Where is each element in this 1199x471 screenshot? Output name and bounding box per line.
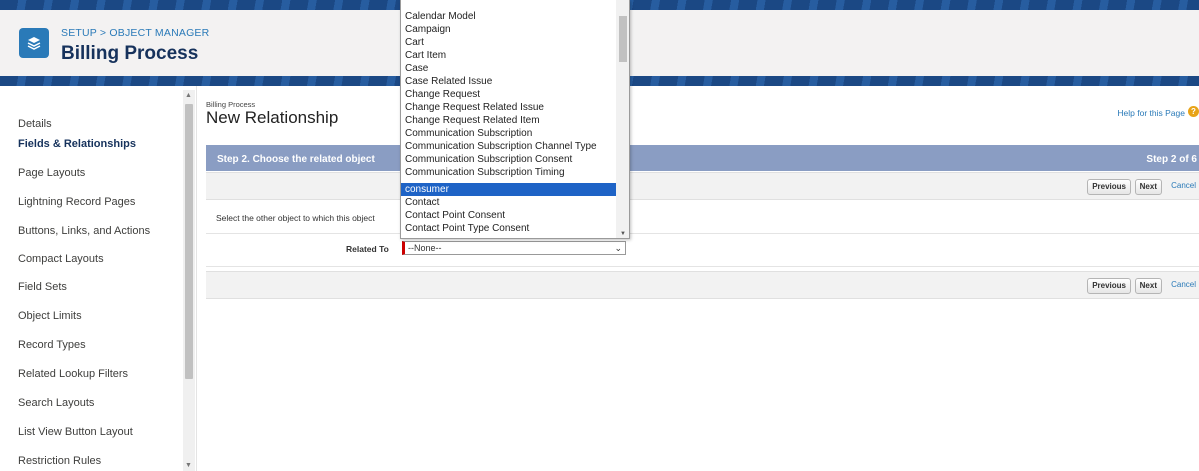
dropdown-option[interactable]: Contact Point Type Consent [401,222,616,235]
related-to-dropdown-list[interactable]: Calendar Model Campaign Cart Cart Item C… [400,0,630,239]
sidebar-item-search-layouts[interactable]: Search Layouts [18,397,94,409]
dropdown-option[interactable]: Communication Subscription Channel Type [401,140,616,153]
bottom-button-row: Previous Next Cancel [206,271,1199,299]
sidebar-scrollbar[interactable]: ▲ ▼ [183,90,195,471]
related-to-select[interactable]: --None-- ⌄ [402,241,626,255]
dropdown-option[interactable]: Calendar Model [401,10,616,23]
sidebar-item-buttons-links-actions[interactable]: Buttons, Links, and Actions [18,225,150,237]
dropdown-option[interactable]: Cart [401,36,616,49]
scroll-up-icon[interactable]: ▲ [185,92,192,99]
cancel-link-bottom[interactable]: Cancel [1171,280,1196,289]
step-count: Step 2 of 6 [1146,154,1197,165]
dropdown-option[interactable]: Contact Point Consent [401,209,616,222]
next-button-bottom[interactable]: Next [1134,278,1162,294]
related-to-value: --None-- [408,243,442,253]
chevron-down-icon: ⌄ [614,243,622,253]
step-label: Step 2. Choose the related object [217,154,375,165]
sidebar-item-fields-relationships[interactable]: Fields & Relationships [18,138,136,150]
next-button[interactable]: Next [1134,179,1162,195]
instruction-text: Select the other object to which this ob… [216,213,375,223]
dropdown-scroll-thumb[interactable] [619,16,627,62]
main-content: Billing Process New Relationship Help fo… [204,86,1199,471]
previous-button[interactable]: Previous [1087,179,1131,195]
top-button-row: Previous Next Cancel [206,172,1199,200]
sidebar-item-related-lookup-filters[interactable]: Related Lookup Filters [18,368,128,380]
dropdown-option[interactable]: Change Request Related Issue [401,101,616,114]
sidebar-item-page-layouts[interactable]: Page Layouts [18,167,85,179]
related-to-row: Related To --None-- ⌄ [206,233,1199,267]
sidebar-item-field-sets[interactable]: Field Sets [18,281,67,293]
sidebar-item-compact-layouts[interactable]: Compact Layouts [18,253,104,265]
dropdown-option[interactable]: Communication Subscription Consent [401,153,616,166]
breadcrumb[interactable]: SETUP > OBJECT MANAGER [61,27,209,39]
sidebar-scroll-thumb[interactable] [185,104,193,379]
dropdown-option-highlighted[interactable]: consumer [401,183,616,196]
step-header: Step 2. Choose the related object Step 2… [206,145,1199,171]
scroll-down-icon[interactable]: ▼ [185,462,192,469]
dropdown-option[interactable]: Case Related Issue [401,75,616,88]
layers-icon [19,28,49,58]
setup-sidebar: Details Fields & Relationships Page Layo… [0,86,197,471]
dropdown-option[interactable]: Communication Subscription Timing [401,166,616,179]
sidebar-item-object-limits[interactable]: Object Limits [18,310,82,322]
object-title: Billing Process [61,43,199,64]
sidebar-item-details[interactable]: Details [18,118,52,130]
cancel-link[interactable]: Cancel [1171,181,1196,190]
dropdown-option[interactable]: Change Request [401,88,616,101]
dropdown-option[interactable]: Campaign [401,23,616,36]
help-icon[interactable]: ? [1188,106,1199,117]
dropdown-option[interactable]: Contact [401,196,616,209]
page-title: New Relationship [206,108,339,127]
dropdown-scrollbar[interactable]: ▼ [616,0,629,238]
dropdown-option[interactable]: Case [401,62,616,75]
sidebar-item-restriction-rules[interactable]: Restriction Rules [18,455,101,467]
sidebar-item-list-view-button-layout[interactable]: List View Button Layout [18,426,133,438]
scroll-down-icon[interactable]: ▼ [620,231,626,237]
sidebar-item-record-types[interactable]: Record Types [18,339,86,351]
dropdown-option[interactable]: Communication Subscription [401,127,616,140]
sidebar-item-lightning-record-pages[interactable]: Lightning Record Pages [18,196,135,208]
dropdown-option[interactable]: Change Request Related Item [401,114,616,127]
previous-button-bottom[interactable]: Previous [1087,278,1131,294]
help-link[interactable]: Help for this Page [1117,108,1185,118]
dropdown-option[interactable]: Cart Item [401,49,616,62]
related-to-label: Related To [346,244,389,254]
